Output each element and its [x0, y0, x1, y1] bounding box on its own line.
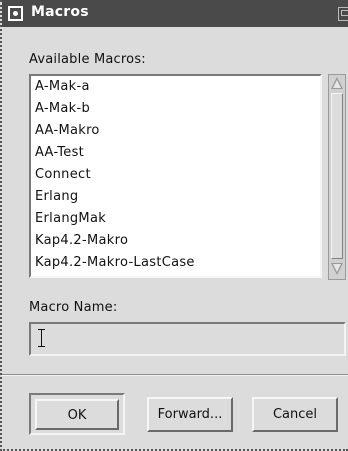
- list-item[interactable]: A-Mak-b: [35, 101, 90, 116]
- text-cursor-icon: [38, 329, 45, 347]
- macro-name-input[interactable]: [29, 322, 346, 356]
- cancel-button[interactable]: Cancel: [252, 397, 338, 432]
- list-item[interactable]: Kap4.2-Makro: [35, 233, 128, 248]
- macros-dialog: Macros Available Macros: A-Mak-a A-Mak-b…: [0, 0, 348, 451]
- scroll-up-arrow-icon[interactable]: [331, 77, 343, 89]
- title-bar[interactable]: Macros: [2, 0, 348, 27]
- list-item[interactable]: AA-Makro: [35, 123, 100, 138]
- available-macros-label: Available Macros:: [29, 52, 146, 67]
- ok-button[interactable]: OK: [35, 399, 119, 430]
- macro-name-label: Macro Name:: [29, 300, 118, 315]
- forward-button[interactable]: Forward...: [147, 397, 233, 432]
- list-item[interactable]: A-Mak-a: [35, 79, 90, 94]
- list-item[interactable]: Erlang: [35, 189, 78, 204]
- maximize-icon[interactable]: [338, 7, 348, 21]
- scroll-down-arrow-icon[interactable]: [331, 263, 343, 275]
- macro-list[interactable]: A-Mak-a A-Mak-b AA-Makro AA-Test Connect…: [29, 74, 322, 278]
- list-item[interactable]: ErlangMak: [35, 211, 106, 226]
- scroll-thumb[interactable]: [331, 93, 343, 259]
- window-title: Macros: [31, 4, 89, 20]
- window-menu-icon[interactable]: [8, 6, 23, 21]
- separator: [2, 374, 348, 376]
- list-item[interactable]: Connect: [35, 167, 91, 182]
- list-item[interactable]: Kap4.2-Makro-LastCase: [35, 255, 195, 270]
- list-item[interactable]: AA-Test: [35, 145, 84, 160]
- macro-list-scrollbar[interactable]: [328, 74, 346, 280]
